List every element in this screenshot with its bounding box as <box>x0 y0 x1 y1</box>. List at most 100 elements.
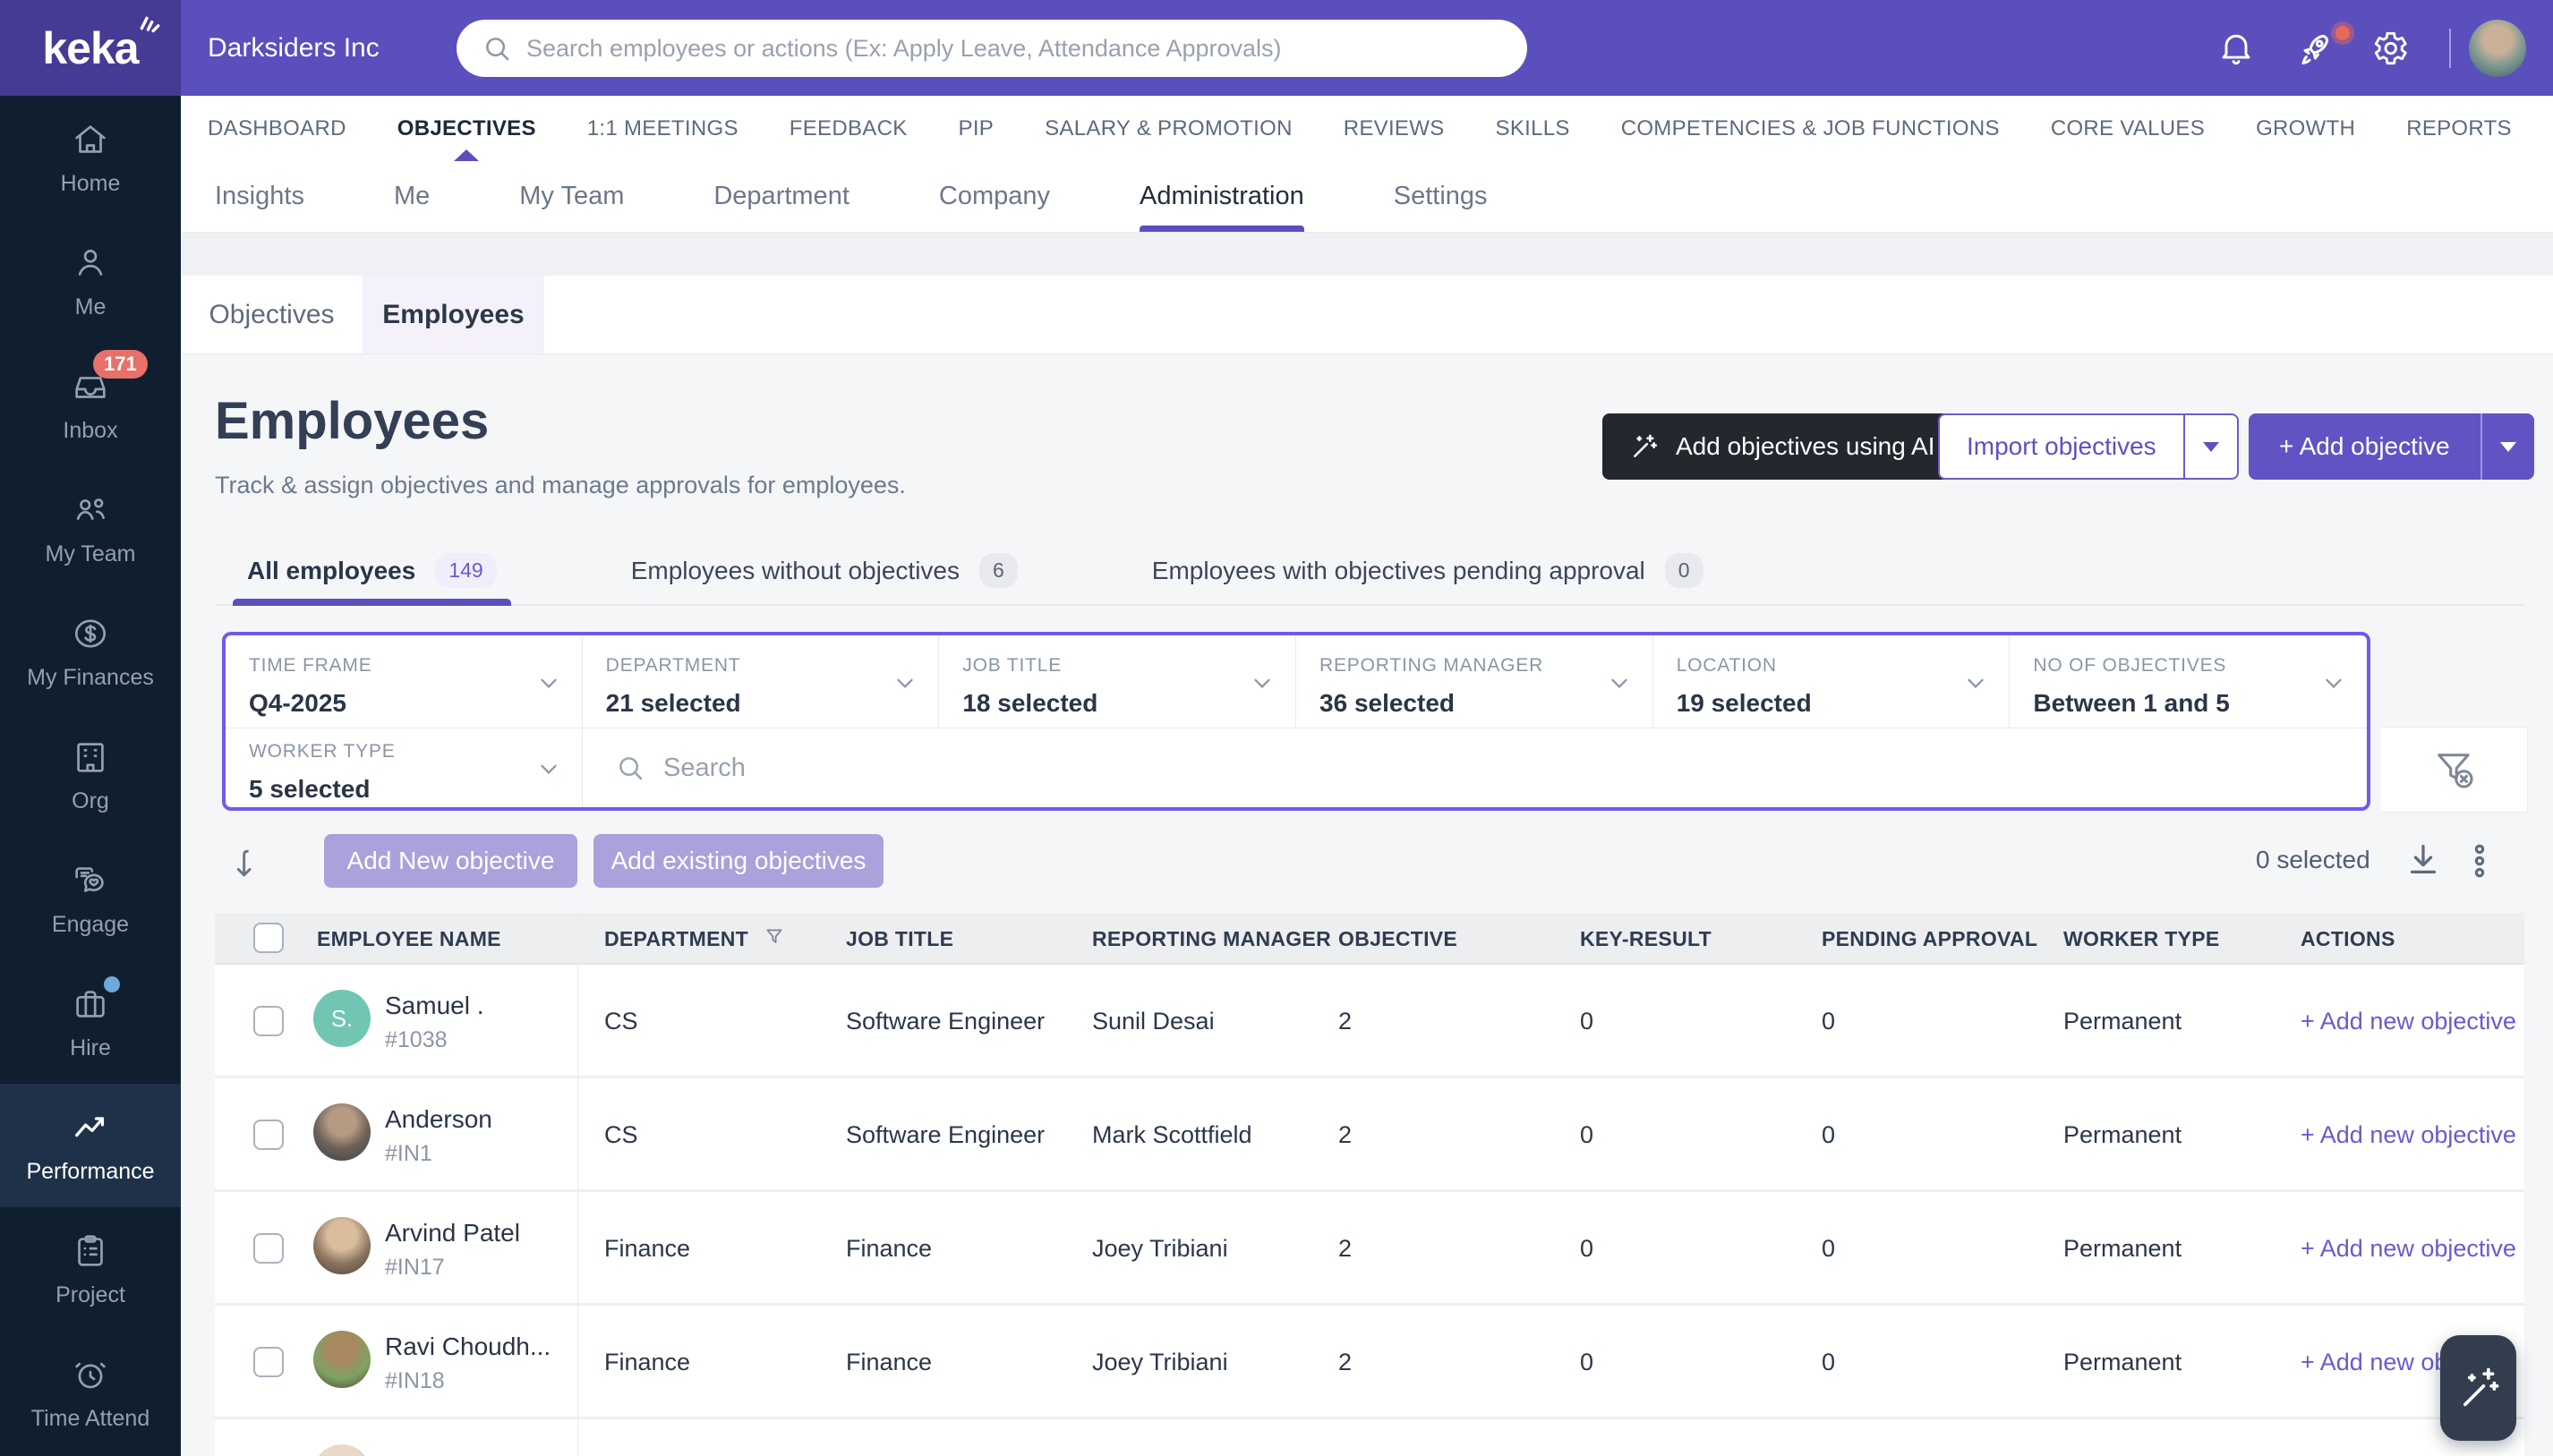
sidebar-item-performance[interactable]: Performance <box>0 1084 181 1207</box>
ai-floating-button[interactable] <box>2440 1335 2516 1441</box>
view-tab-all-employees[interactable]: All employees 149 <box>233 537 511 604</box>
chevron-down-icon <box>1249 669 1276 696</box>
filter-department[interactable]: DEPARTMENT 21 selected <box>583 635 940 728</box>
sidebar-item-inbox[interactable]: 171 Inbox <box>0 343 181 466</box>
tab-objectives[interactable]: Objectives <box>181 276 363 353</box>
sidebar-item-time-attend[interactable]: Time Attend <box>0 1331 181 1454</box>
chevron-down-icon <box>1606 669 1633 696</box>
chevron-down-icon <box>1962 669 1989 696</box>
filter-time-frame[interactable]: TIME FRAME Q4-2025 <box>226 635 583 728</box>
kebab-menu-icon[interactable] <box>2462 840 2498 881</box>
notifications-bell-icon[interactable] <box>2216 0 2256 96</box>
subnav-my-team[interactable]: My Team <box>519 161 624 232</box>
download-icon[interactable] <box>2403 839 2444 880</box>
engage-chat-icon <box>70 860 111 901</box>
nav-tab-dashboard[interactable]: DASHBOARD <box>208 96 346 161</box>
avatar <box>313 1331 371 1388</box>
nav-tab-11-meetings[interactable]: 1:1 MEETINGS <box>587 96 739 161</box>
subnav-administration[interactable]: Administration <box>1140 161 1304 232</box>
employee-filter-search-input[interactable] <box>663 754 2367 783</box>
row-checkbox[interactable] <box>253 1347 284 1377</box>
caret-down-icon <box>2500 442 2516 452</box>
page-subtitle: Track & assign objectives and manage app… <box>215 472 906 499</box>
column-filter-funnel-icon[interactable] <box>763 925 786 949</box>
select-all-checkbox[interactable] <box>253 923 284 953</box>
column-department[interactable]: DEPARTMENT <box>604 927 748 951</box>
frozen-column-divider <box>577 913 578 1456</box>
top-bar: keka Darksiders Inc <box>0 0 2553 96</box>
caret-down-icon <box>2203 442 2219 452</box>
employee-filter-search[interactable] <box>583 728 2367 807</box>
view-tab-pending-approval[interactable]: Employees with objectives pending approv… <box>1138 537 1718 604</box>
search-icon <box>615 753 645 783</box>
active-tab-triangle <box>454 149 479 161</box>
clear-filter-icon <box>2431 746 2478 793</box>
filter-location[interactable]: LOCATION 19 selected <box>1653 635 2011 728</box>
inbox-count-badge: 171 <box>93 350 148 379</box>
sidebar-item-me[interactable]: Me <box>0 219 181 343</box>
keka-logo[interactable]: keka <box>0 0 181 96</box>
sidebar-item-engage[interactable]: Engage <box>0 837 181 960</box>
whats-new-rocket-icon[interactable] <box>2293 0 2336 96</box>
add-existing-objectives-button[interactable]: Add existing objectives <box>593 834 884 888</box>
user-avatar[interactable] <box>2469 20 2526 77</box>
filter-reporting-manager[interactable]: REPORTING MANAGER 36 selected <box>1296 635 1653 728</box>
sidebar-item-hire[interactable]: Hire <box>0 960 181 1084</box>
sidebar-item-my-finances[interactable]: My Finances <box>0 590 181 713</box>
settings-gear-icon[interactable] <box>2369 0 2410 96</box>
nav-tab-competencies[interactable]: COMPETENCIES & JOB FUNCTIONS <box>1621 96 2000 161</box>
row-checkbox[interactable] <box>253 1120 284 1150</box>
filter-no-of-objectives[interactable]: NO OF OBJECTIVES Between 1 and 5 <box>2010 635 2367 728</box>
row-checkbox[interactable] <box>253 1233 284 1264</box>
filter-job-title[interactable]: JOB TITLE 18 selected <box>939 635 1296 728</box>
import-objectives-button[interactable]: Import objectives <box>1938 413 2239 480</box>
add-new-objective-link[interactable]: + Add new objective <box>2301 1235 2516 1263</box>
nav-tab-feedback[interactable]: FEEDBACK <box>790 96 908 161</box>
avatar <box>313 1217 371 1274</box>
sidebar-item-home[interactable]: Home <box>0 96 181 219</box>
add-dropdown-caret[interactable] <box>2482 413 2534 480</box>
home-icon <box>70 119 111 160</box>
nav-tab-objectives[interactable]: OBJECTIVES <box>397 96 536 161</box>
sidebar-item-my-team[interactable]: My Team <box>0 466 181 590</box>
add-new-objective-button[interactable]: Add New objective <box>324 834 577 888</box>
clear-filters-cell[interactable] <box>2381 727 2528 813</box>
employee-name[interactable]: Anderson <box>385 1105 492 1134</box>
page-title: Employees <box>215 391 489 451</box>
add-objective-button[interactable]: + Add objective <box>2249 413 2534 480</box>
employee-name[interactable]: Arvind Patel <box>385 1219 520 1247</box>
subnav-insights[interactable]: Insights <box>215 161 304 232</box>
filter-worker-type[interactable]: WORKER TYPE 5 selected <box>226 728 583 807</box>
nav-tab-growth[interactable]: GROWTH <box>2256 96 2355 161</box>
employee-name[interactable]: Samuel . <box>385 992 484 1020</box>
global-search[interactable] <box>457 20 1527 77</box>
alarm-clock-icon <box>70 1354 111 1395</box>
global-search-input[interactable] <box>526 35 1502 63</box>
chevron-down-icon <box>2320 669 2347 696</box>
sort-arrow-icon[interactable] <box>231 844 270 883</box>
add-new-objective-link[interactable]: + Add new objective <box>2301 1121 2516 1149</box>
filters-panel: TIME FRAME Q4-2025 DEPARTMENT 21 selecte… <box>222 632 2370 811</box>
nav-tab-reports[interactable]: REPORTS <box>2406 96 2512 161</box>
subnav-settings[interactable]: Settings <box>1394 161 1488 232</box>
employees-table: EMPLOYEE NAME DEPARTMENT JOB TITLE REPOR… <box>215 913 2524 1456</box>
subnav-department[interactable]: Department <box>713 161 850 232</box>
nav-tab-reviews[interactable]: REVIEWS <box>1344 96 1445 161</box>
sidebar-item-org[interactable]: Org <box>0 713 181 837</box>
nav-tab-salary-promotion[interactable]: SALARY & PROMOTION <box>1045 96 1293 161</box>
add-new-objective-link[interactable]: + Add new objective <box>2301 1008 2516 1035</box>
import-dropdown-caret[interactable] <box>2185 415 2237 478</box>
sidebar-item-project[interactable]: Project <box>0 1207 181 1331</box>
subnav-company[interactable]: Company <box>939 161 1050 232</box>
add-objectives-ai-button[interactable]: Add objectives using AI <box>1602 413 1962 480</box>
row-checkbox[interactable] <box>253 1006 284 1036</box>
nav-tab-skills[interactable]: SKILLS <box>1496 96 1570 161</box>
tab-employees[interactable]: Employees <box>363 276 544 353</box>
employee-name[interactable]: Ravi Choudh... <box>385 1333 551 1361</box>
search-icon <box>482 33 512 64</box>
nav-tab-core-values[interactable]: CORE VALUES <box>2051 96 2205 161</box>
subnav-me[interactable]: Me <box>394 161 430 232</box>
main-nav: DASHBOARD OBJECTIVES 1:1 MEETINGS FEEDBA… <box>181 96 2553 161</box>
view-tab-without-objectives[interactable]: Employees without objectives 6 <box>617 537 1032 604</box>
nav-tab-pip[interactable]: PIP <box>959 96 995 161</box>
